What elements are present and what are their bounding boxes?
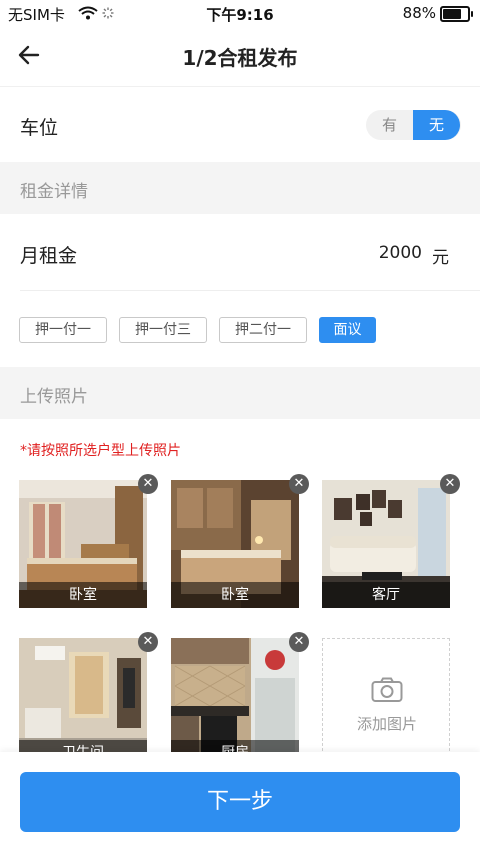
remove-photo-1-button[interactable]: ✕ [138, 474, 158, 494]
monthly-rent-label: 月租金 [20, 245, 78, 267]
next-step-button[interactable]: 下一步 [20, 772, 460, 832]
rent-section-title: 租金详情 [20, 182, 88, 202]
rent-section-header: 租金详情 [0, 162, 480, 214]
parking-option-yes[interactable]: 有 [366, 110, 413, 140]
rent-divider [20, 290, 480, 291]
close-icon: ✕ [444, 476, 456, 491]
battery-percent: 88% [402, 4, 436, 22]
payment-option-2[interactable]: 押一付三 [119, 317, 207, 343]
add-photo-label: 添加图片 [356, 715, 417, 733]
close-icon: ✕ [293, 634, 305, 649]
photo-thumb-4[interactable]: 卫生间 [19, 638, 147, 766]
photo-thumb-2[interactable]: 卧室 [171, 480, 299, 608]
remove-photo-3-button[interactable]: ✕ [440, 474, 460, 494]
battery-fill [443, 9, 461, 19]
close-icon: ✕ [293, 476, 305, 491]
photo-caption-3: 客厅 [322, 582, 450, 608]
parking-toggle[interactable]: 有 无 [366, 110, 461, 140]
photo-thumb-3[interactable]: 客厅 [322, 480, 450, 608]
parking-label: 车位 [20, 117, 59, 139]
add-photo-button[interactable]: 添加图片 [322, 638, 450, 766]
header: 1/2合租发布 [0, 26, 480, 84]
close-icon: ✕ [142, 476, 154, 491]
battery-icon [440, 6, 473, 22]
payment-option-1[interactable]: 押一付一 [19, 317, 107, 343]
close-icon: ✕ [142, 634, 154, 649]
photo-caption-2: 卧室 [171, 582, 299, 608]
upload-notice: *请按照所选户型上传照片 [20, 443, 181, 459]
remove-photo-2-button[interactable]: ✕ [289, 474, 309, 494]
photos-section-header: 上传照片 [0, 367, 480, 419]
page-title: 1/2合租发布 [182, 46, 298, 70]
photo-caption-1: 卧室 [19, 582, 147, 608]
payment-option-3[interactable]: 押二付一 [219, 317, 307, 343]
status-bar: 无SIM卡 下午9:16 88% [0, 0, 480, 26]
rent-unit: 元 [432, 248, 449, 268]
camera-icon [371, 677, 403, 702]
remove-photo-5-button[interactable]: ✕ [289, 632, 309, 652]
photo-thumb-1[interactable]: 卧室 [19, 480, 147, 608]
monthly-rent-input[interactable]: 2000 [340, 243, 422, 263]
payment-option-4[interactable]: 面议 [319, 317, 376, 343]
photo-thumb-5[interactable]: 厨房 [171, 638, 299, 766]
header-divider [0, 86, 480, 87]
parking-option-no[interactable]: 无 [413, 110, 460, 140]
remove-photo-4-button[interactable]: ✕ [138, 632, 158, 652]
photos-section-title: 上传照片 [20, 387, 88, 407]
